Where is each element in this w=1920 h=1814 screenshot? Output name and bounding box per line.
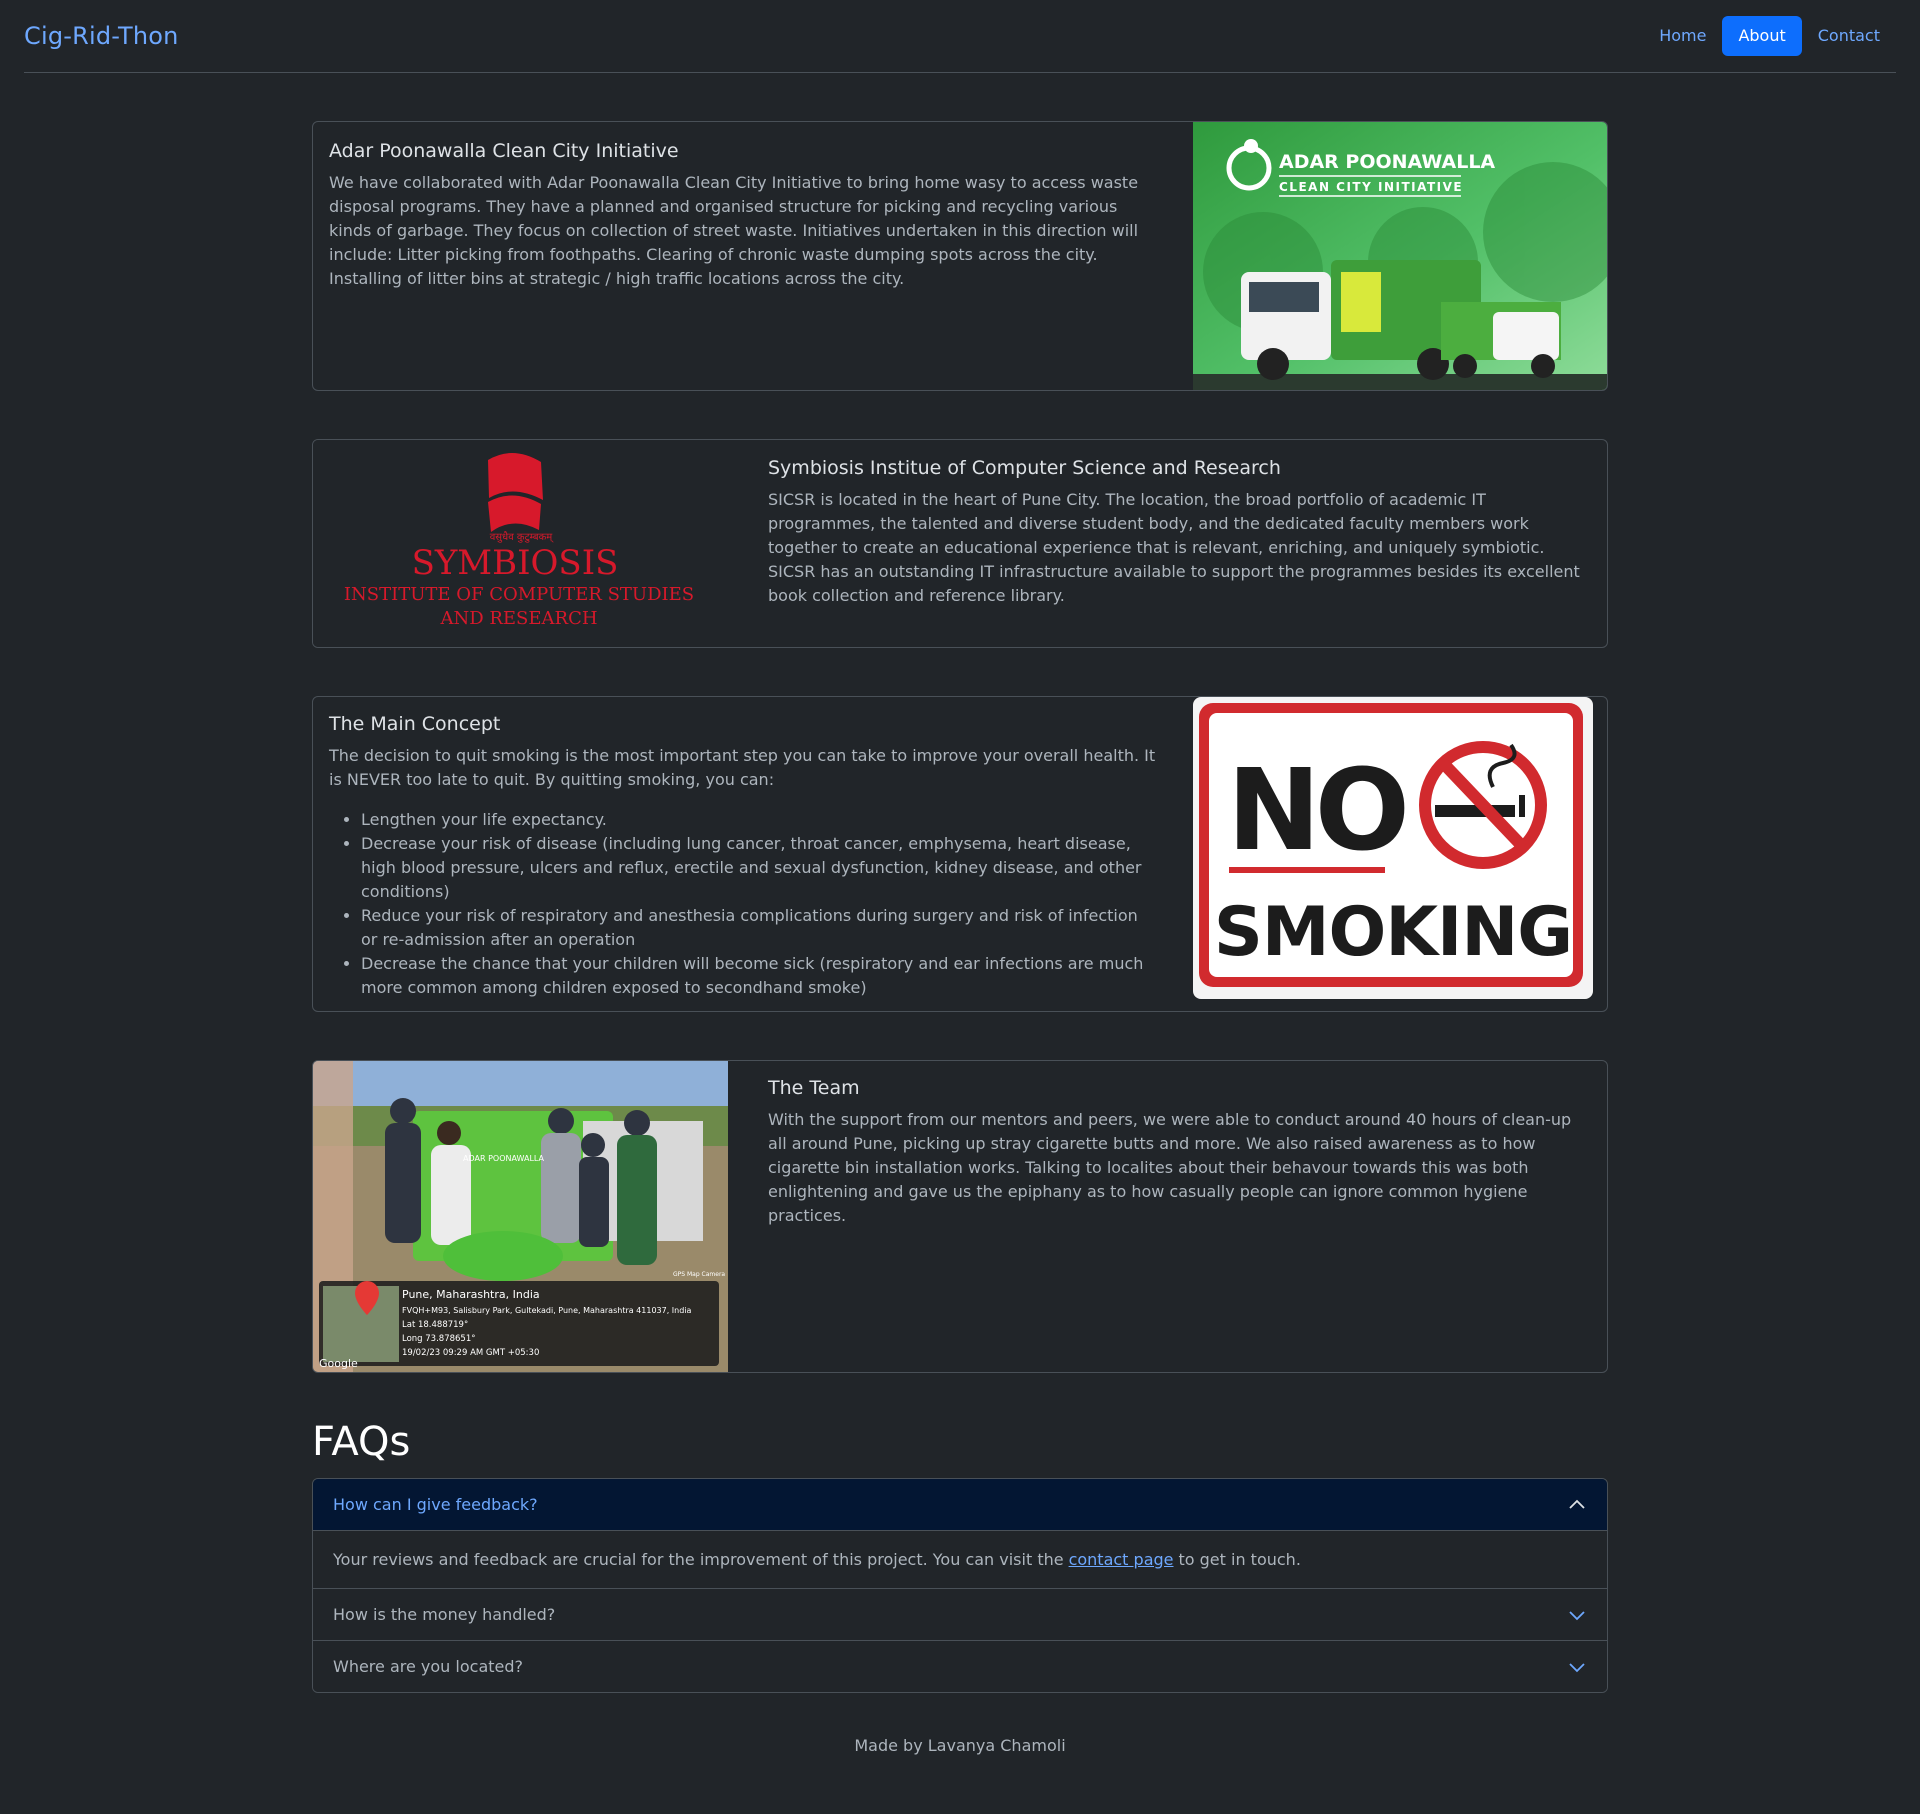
brand-link[interactable]: Cig-Rid-Thon [24,18,179,54]
photo-lat: Lat 18.488719° [402,1320,468,1330]
faq-item-location: Where are you located? [313,1640,1607,1692]
faq-question-label: How can I give feedback? [333,1494,538,1514]
sicsr-text: SICSR is located in the heart of Pune Ci… [768,489,1580,605]
sicsr-card: वसुधैव कुटुम्बकम् SYMBIOSIS INSTITUTE OF… [312,439,1608,648]
photo-long: Long 73.878651° [402,1334,476,1344]
nav-menu: Home About Contact [1643,16,1896,56]
faq-answer-text-end: to get in touch. [1178,1549,1301,1569]
faq-heading: FAQs [312,1419,411,1465]
team-title: The Team [768,1077,860,1099]
concept-card-body: The Main Concept The decision to quit sm… [329,713,1159,1000]
faq-question-location[interactable]: Where are you located? [313,1640,1607,1692]
concept-benefits-list: Lengthen your life expectancy. Decrease … [329,808,1159,1000]
photo-time: 19/02/23 09:29 AM GMT +05:30 [402,1348,539,1358]
nav-about[interactable]: About [1722,16,1802,56]
navbar: Cig-Rid-Thon Home About Contact [24,0,1896,73]
sicsr-logo-sub2: AND RESEARCH [439,608,597,629]
sicsr-logo-sub1: INSTITUTE OF COMPUTER STUDIES [344,584,694,605]
sign-smoking-text: SMOKING [1214,893,1572,972]
adar-image: ADAR POONAWALLA CLEAN CITY INITIATIVE [1193,122,1607,390]
nav-contact[interactable]: Contact [1802,16,1896,56]
list-item: Decrease your risk of disease (including… [361,832,1159,904]
photo-truck-label: ADAR POONAWALLA [463,1154,545,1163]
photo-google-label: Google [319,1357,358,1370]
adar-logo-line2: CLEAN CITY INITIATIVE [1279,180,1463,194]
team-card: Google GPS Map Camera ADAR POONAWALLA Pu… [312,1060,1608,1373]
faq-question-money[interactable]: How is the money handled? [313,1588,1607,1640]
adar-card-body: Adar Poonawalla Clean City Initiative We… [329,140,1159,291]
sicsr-logo-image: वसुधैव कुटुम्बकम् SYMBIOSIS INSTITUTE OF… [313,440,733,647]
concept-text: The decision to quit smoking is the most… [329,745,1156,789]
photo-place: Pune, Maharashtra, India [402,1288,540,1301]
team-card-body: The Team With the support from our mento… [768,1077,1588,1228]
sicsr-title: Symbiosis Institue of Computer Science a… [768,457,1281,479]
faq-answer-feedback: Your reviews and feedback are crucial fo… [313,1531,1607,1588]
adar-logo-line1: ADAR POONAWALLA [1279,151,1495,173]
adar-text: We have collaborated with Adar Poonawall… [329,172,1139,288]
sign-no-text: NO [1227,746,1405,876]
sicsr-card-body: Symbiosis Institue of Computer Science a… [768,457,1588,608]
team-photo: Google GPS Map Camera ADAR POONAWALLA Pu… [313,1061,728,1372]
list-item: Decrease the chance that your children w… [361,952,1159,1000]
footer-credit: Made by Lavanya Chamoli [854,1736,1066,1755]
faq-answer-text: Your reviews and feedback are crucial fo… [333,1549,1064,1569]
photo-camera-label: GPS Map Camera [673,1271,725,1278]
adar-card: Adar Poonawalla Clean City Initiative We… [312,121,1608,391]
team-text: With the support from our mentors and pe… [768,1109,1572,1225]
photo-address: FVQH+M93, Salisbury Park, Gultekadi, Pun… [402,1306,692,1315]
list-item: Reduce your risk of respiratory and anes… [361,904,1159,952]
faq-accordion: How can I give feedback? Your reviews an… [312,1478,1608,1693]
sicsr-logo-motto: वसुधैव कुटुम्बकम् [490,531,555,543]
list-item: Lengthen your life expectancy. [361,808,1159,832]
concept-title: The Main Concept [329,713,501,735]
contact-page-link[interactable]: contact page [1069,1548,1174,1572]
chevron-down-icon [1569,1663,1585,1673]
faq-item-feedback: How can I give feedback? Your reviews an… [313,1479,1607,1588]
chevron-up-icon [1569,1499,1585,1509]
nav-home[interactable]: Home [1643,16,1722,56]
faq-item-money: How is the money handled? [313,1588,1607,1640]
adar-title: Adar Poonawalla Clean City Initiative [329,140,679,162]
faq-question-feedback[interactable]: How can I give feedback? [313,1479,1607,1531]
sicsr-logo-name: SYMBIOSIS [412,543,619,583]
faq-question-label: Where are you located? [333,1656,524,1676]
no-smoking-sign-image: NO SMOKING [1193,697,1593,999]
chevron-down-icon [1569,1611,1585,1621]
faq-question-label: How is the money handled? [333,1604,556,1624]
concept-card: The Main Concept The decision to quit sm… [312,696,1608,1012]
